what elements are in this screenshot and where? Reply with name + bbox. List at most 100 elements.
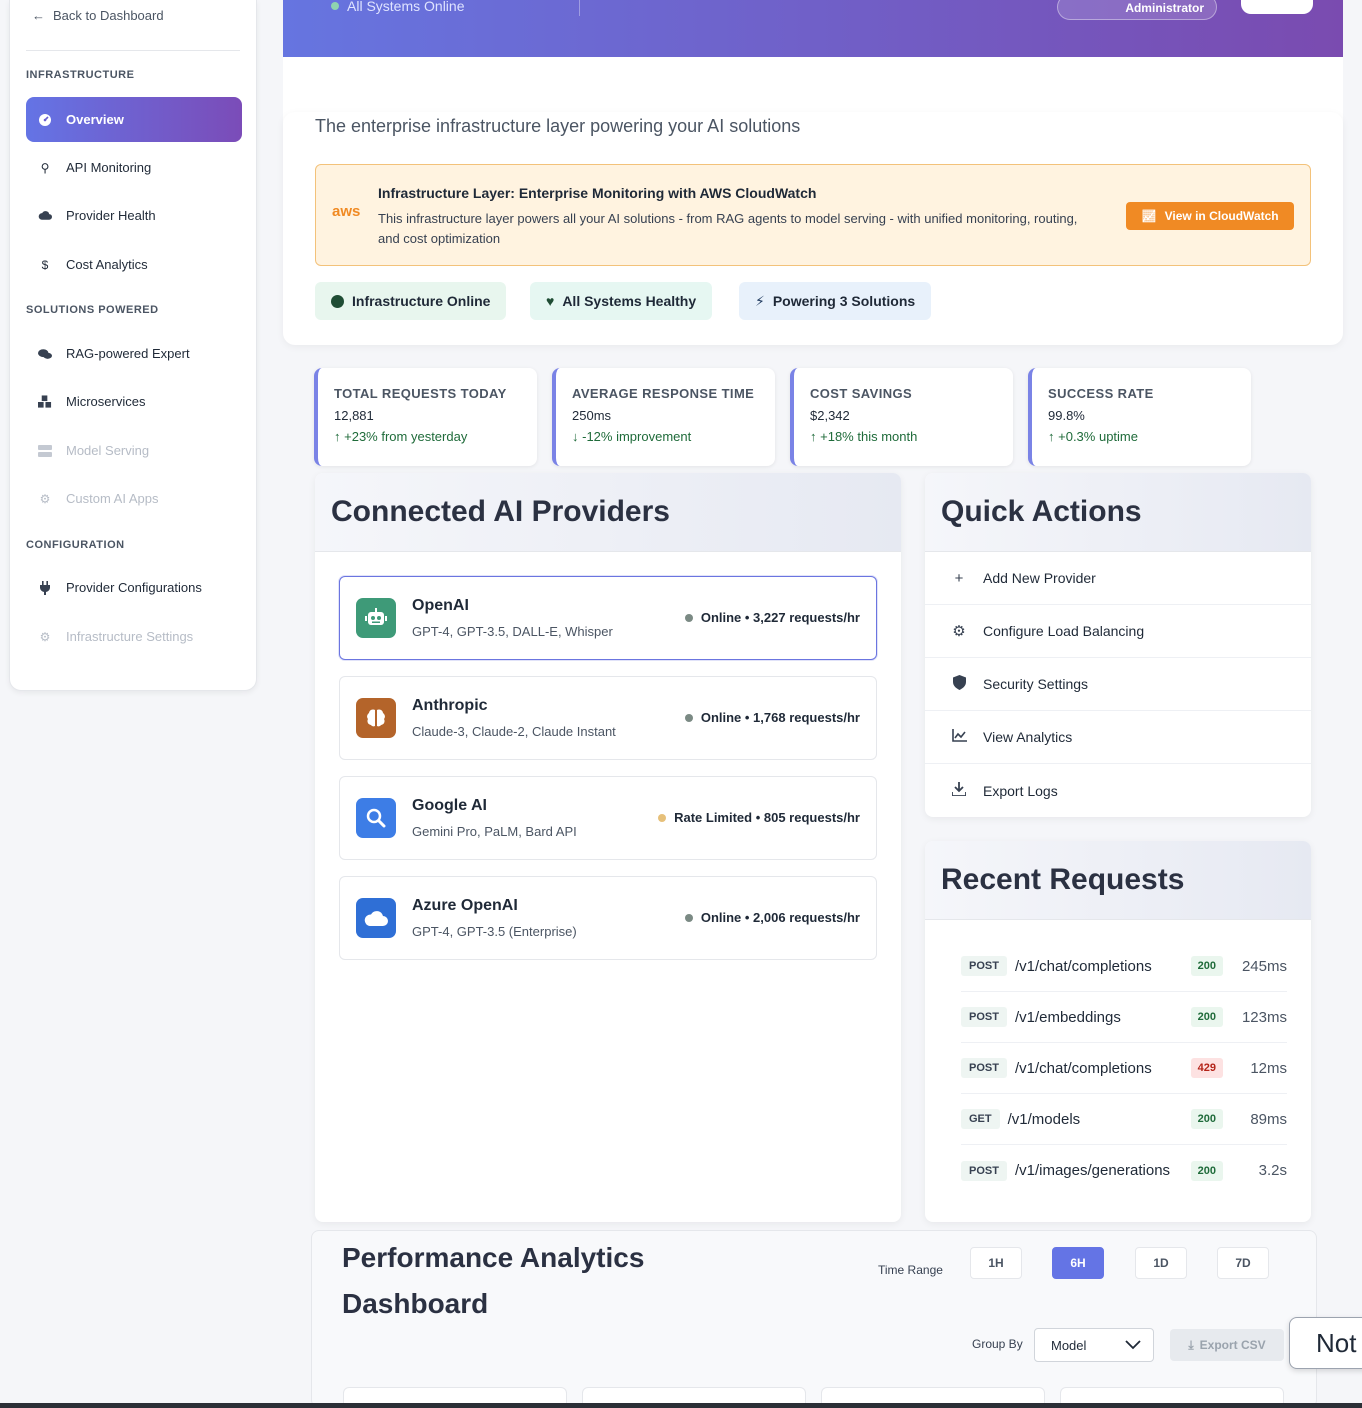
plug-icon (38, 580, 52, 595)
stat-card-response-time: AVERAGE RESPONSE TIME 250ms ↓ -12% impro… (552, 368, 775, 466)
cogs-icon: ⚙ (39, 491, 51, 506)
provider-card-anthropic[interactable]: Anthropic Claude-3, Claude-2, Claude Ins… (339, 676, 877, 760)
sidebar-item-custom-ai-apps[interactable]: ⚙ Custom AI Apps (26, 476, 242, 521)
status-dot-icon (684, 913, 693, 922)
provider-models: GPT-4, GPT-3.5, DALL-E, Whisper (412, 624, 613, 639)
group-by-label: Group By (972, 1337, 1023, 1351)
gear-icon: ⚙ (952, 623, 966, 640)
plus-icon: + (954, 569, 964, 587)
sidebar: ← Back to Dashboard INFRASTRUCTURE Overv… (9, 0, 257, 691)
heart-icon: ♥ (546, 293, 555, 309)
aws-cloudwatch-banner: aws Infrastructure Layer: Enterprise Mon… (315, 164, 1311, 266)
sidebar-item-provider-configurations[interactable]: Provider Configurations (26, 565, 242, 610)
arrow-left-icon: ← (32, 8, 45, 23)
stat-card-total-requests: TOTAL REQUESTS TODAY 12,881 ↑ +23% from … (314, 368, 537, 466)
provider-card-google-ai[interactable]: Google AI Gemini Pro, PaLM, Bard API Rat… (339, 776, 877, 860)
status-dot-icon (684, 613, 693, 622)
divider (26, 50, 240, 51)
role-badge[interactable]: Administrator (1057, 0, 1217, 20)
section-label-infrastructure: INFRASTRUCTURE (26, 69, 135, 81)
status-badge: 429 (1190, 1058, 1223, 1078)
sidebar-item-provider-health[interactable]: Provider Health (26, 193, 242, 238)
configure-load-balancing-button[interactable]: ⚙ Configure Load Balancing (925, 605, 1311, 658)
sidebar-item-microservices[interactable]: Microservices (26, 379, 242, 424)
gear-icon: ⚙ (39, 629, 51, 644)
robot-icon (356, 598, 396, 638)
provider-models: Claude-3, Claude-2, Claude Instant (412, 724, 616, 739)
add-new-provider-button[interactable]: + Add New Provider (925, 552, 1311, 605)
provider-card-openai[interactable]: OpenAI GPT-4, GPT-3.5, DALL-E, Whisper O… (339, 576, 877, 660)
provider-name: Azure OpenAI (412, 897, 518, 914)
status-badge: 200 (1190, 1160, 1223, 1181)
provider-status: Online • 3,227 requests/hr (684, 610, 860, 625)
view-analytics-button[interactable]: View Analytics (925, 711, 1311, 764)
status-pill-infrastructure: Infrastructure Online (315, 282, 507, 320)
tooltip-popup: Not (1289, 1317, 1362, 1369)
recent-requests-panel: Recent Requests POST /v1/chat/completion… (925, 841, 1311, 1222)
time-range-6h-button[interactable]: 6H (1052, 1247, 1104, 1279)
intro-card: The enterprise infrastructure layer powe… (283, 112, 1343, 345)
provider-name: Anthropic (412, 697, 488, 714)
sidebar-item-api-monitoring[interactable]: ⚲ API Monitoring (26, 145, 242, 190)
header-banner: All Systems Online Administrator (283, 0, 1343, 57)
sidebar-item-model-serving[interactable]: Model Serving (26, 428, 242, 473)
back-to-dashboard-link[interactable]: ← Back to Dashboard (32, 8, 164, 23)
time-range-label: Time Range (878, 1263, 943, 1277)
monitor-icon: ⚲ (40, 160, 50, 175)
shield-icon (951, 674, 967, 694)
security-settings-button[interactable]: Security Settings (925, 658, 1311, 711)
brain-icon (356, 698, 396, 738)
status-dot-icon (331, 2, 339, 10)
time-range-7d-button[interactable]: 7D (1217, 1247, 1269, 1279)
status-badge: 200 (1190, 956, 1223, 976)
server-icon (38, 444, 52, 458)
provider-card-azure-openai[interactable]: Azure OpenAI GPT-4, GPT-3.5 (Enterprise)… (339, 876, 877, 960)
provider-models: Gemini Pro, PaLM, Bard API (412, 824, 577, 839)
download-icon: ⤓ (1188, 1337, 1194, 1352)
export-csv-button[interactable]: ⤓ Export CSV (1170, 1329, 1284, 1361)
providers-panel: Connected AI Providers OpenAI GPT-4, GPT… (315, 473, 901, 1222)
system-status: All Systems Online (331, 0, 464, 14)
window-edge (0, 1403, 1362, 1408)
banner-description: This infrastructure layer powers all you… (378, 211, 1078, 246)
list-item[interactable]: POST /v1/chat/completions 200 245ms (961, 941, 1287, 992)
stat-card-cost-savings: COST SAVINGS $2,342 ↑ +18% this month (790, 368, 1013, 466)
sidebar-item-overview[interactable]: Overview (26, 97, 242, 142)
sidebar-item-rag-expert[interactable]: RAG-powered Expert (26, 331, 242, 376)
status-pill-solutions: ⚡︎ Powering 3 Solutions (739, 282, 932, 320)
avatar[interactable] (1241, 0, 1313, 14)
status-badge: 200 (1190, 1109, 1223, 1129)
list-item[interactable]: POST /v1/embeddings 200 123ms (961, 992, 1287, 1043)
group-by-select[interactable]: Model (1034, 1328, 1154, 1362)
arrow-down-icon: ↓ (572, 429, 579, 444)
panel-title: Recent Requests (925, 841, 1311, 920)
chart-line-icon: 📈︎ (1141, 209, 1157, 223)
sidebar-item-cost-analytics[interactable]: $ Cost Analytics (26, 242, 242, 287)
status-pill-health: ♥ All Systems Healthy (530, 282, 713, 320)
sidebar-item-infrastructure-settings[interactable]: ⚙ Infrastructure Settings (26, 614, 242, 659)
list-item[interactable]: GET /v1/models 200 89ms (961, 1094, 1287, 1145)
chat-icon (38, 347, 52, 361)
banner-title: Infrastructure Layer: Enterprise Monitor… (378, 185, 817, 201)
panel-title: Connected AI Providers (315, 473, 901, 552)
time-range-1h-button[interactable]: 1H (970, 1247, 1022, 1279)
cubes-icon (38, 394, 52, 409)
section-title: Performance Analytics Dashboard (342, 1242, 645, 1319)
status-badge: 200 (1190, 1007, 1223, 1027)
provider-status: Online • 1,768 requests/hr (684, 710, 860, 725)
arrow-up-icon: ↑ (1048, 429, 1055, 444)
provider-status: Online • 2,006 requests/hr (684, 910, 860, 925)
provider-status: Rate Limited • 805 requests/hr (658, 810, 860, 825)
view-in-cloudwatch-button[interactable]: 📈︎ View in CloudWatch (1126, 202, 1294, 230)
circle-icon (331, 294, 344, 308)
page-tagline: The enterprise infrastructure layer powe… (315, 116, 801, 136)
arrow-up-icon: ↑ (810, 429, 817, 444)
provider-name: OpenAI (412, 597, 469, 614)
time-range-1d-button[interactable]: 1D (1135, 1247, 1187, 1279)
section-label-configuration: CONFIGURATION (26, 539, 125, 551)
provider-models: GPT-4, GPT-3.5 (Enterprise) (412, 924, 577, 939)
list-item[interactable]: POST /v1/images/generations 200 3.2s (961, 1145, 1287, 1196)
export-logs-button[interactable]: Export Logs (925, 764, 1311, 817)
status-dot-icon (658, 813, 667, 822)
list-item[interactable]: POST /v1/chat/completions 429 12ms (961, 1043, 1287, 1094)
